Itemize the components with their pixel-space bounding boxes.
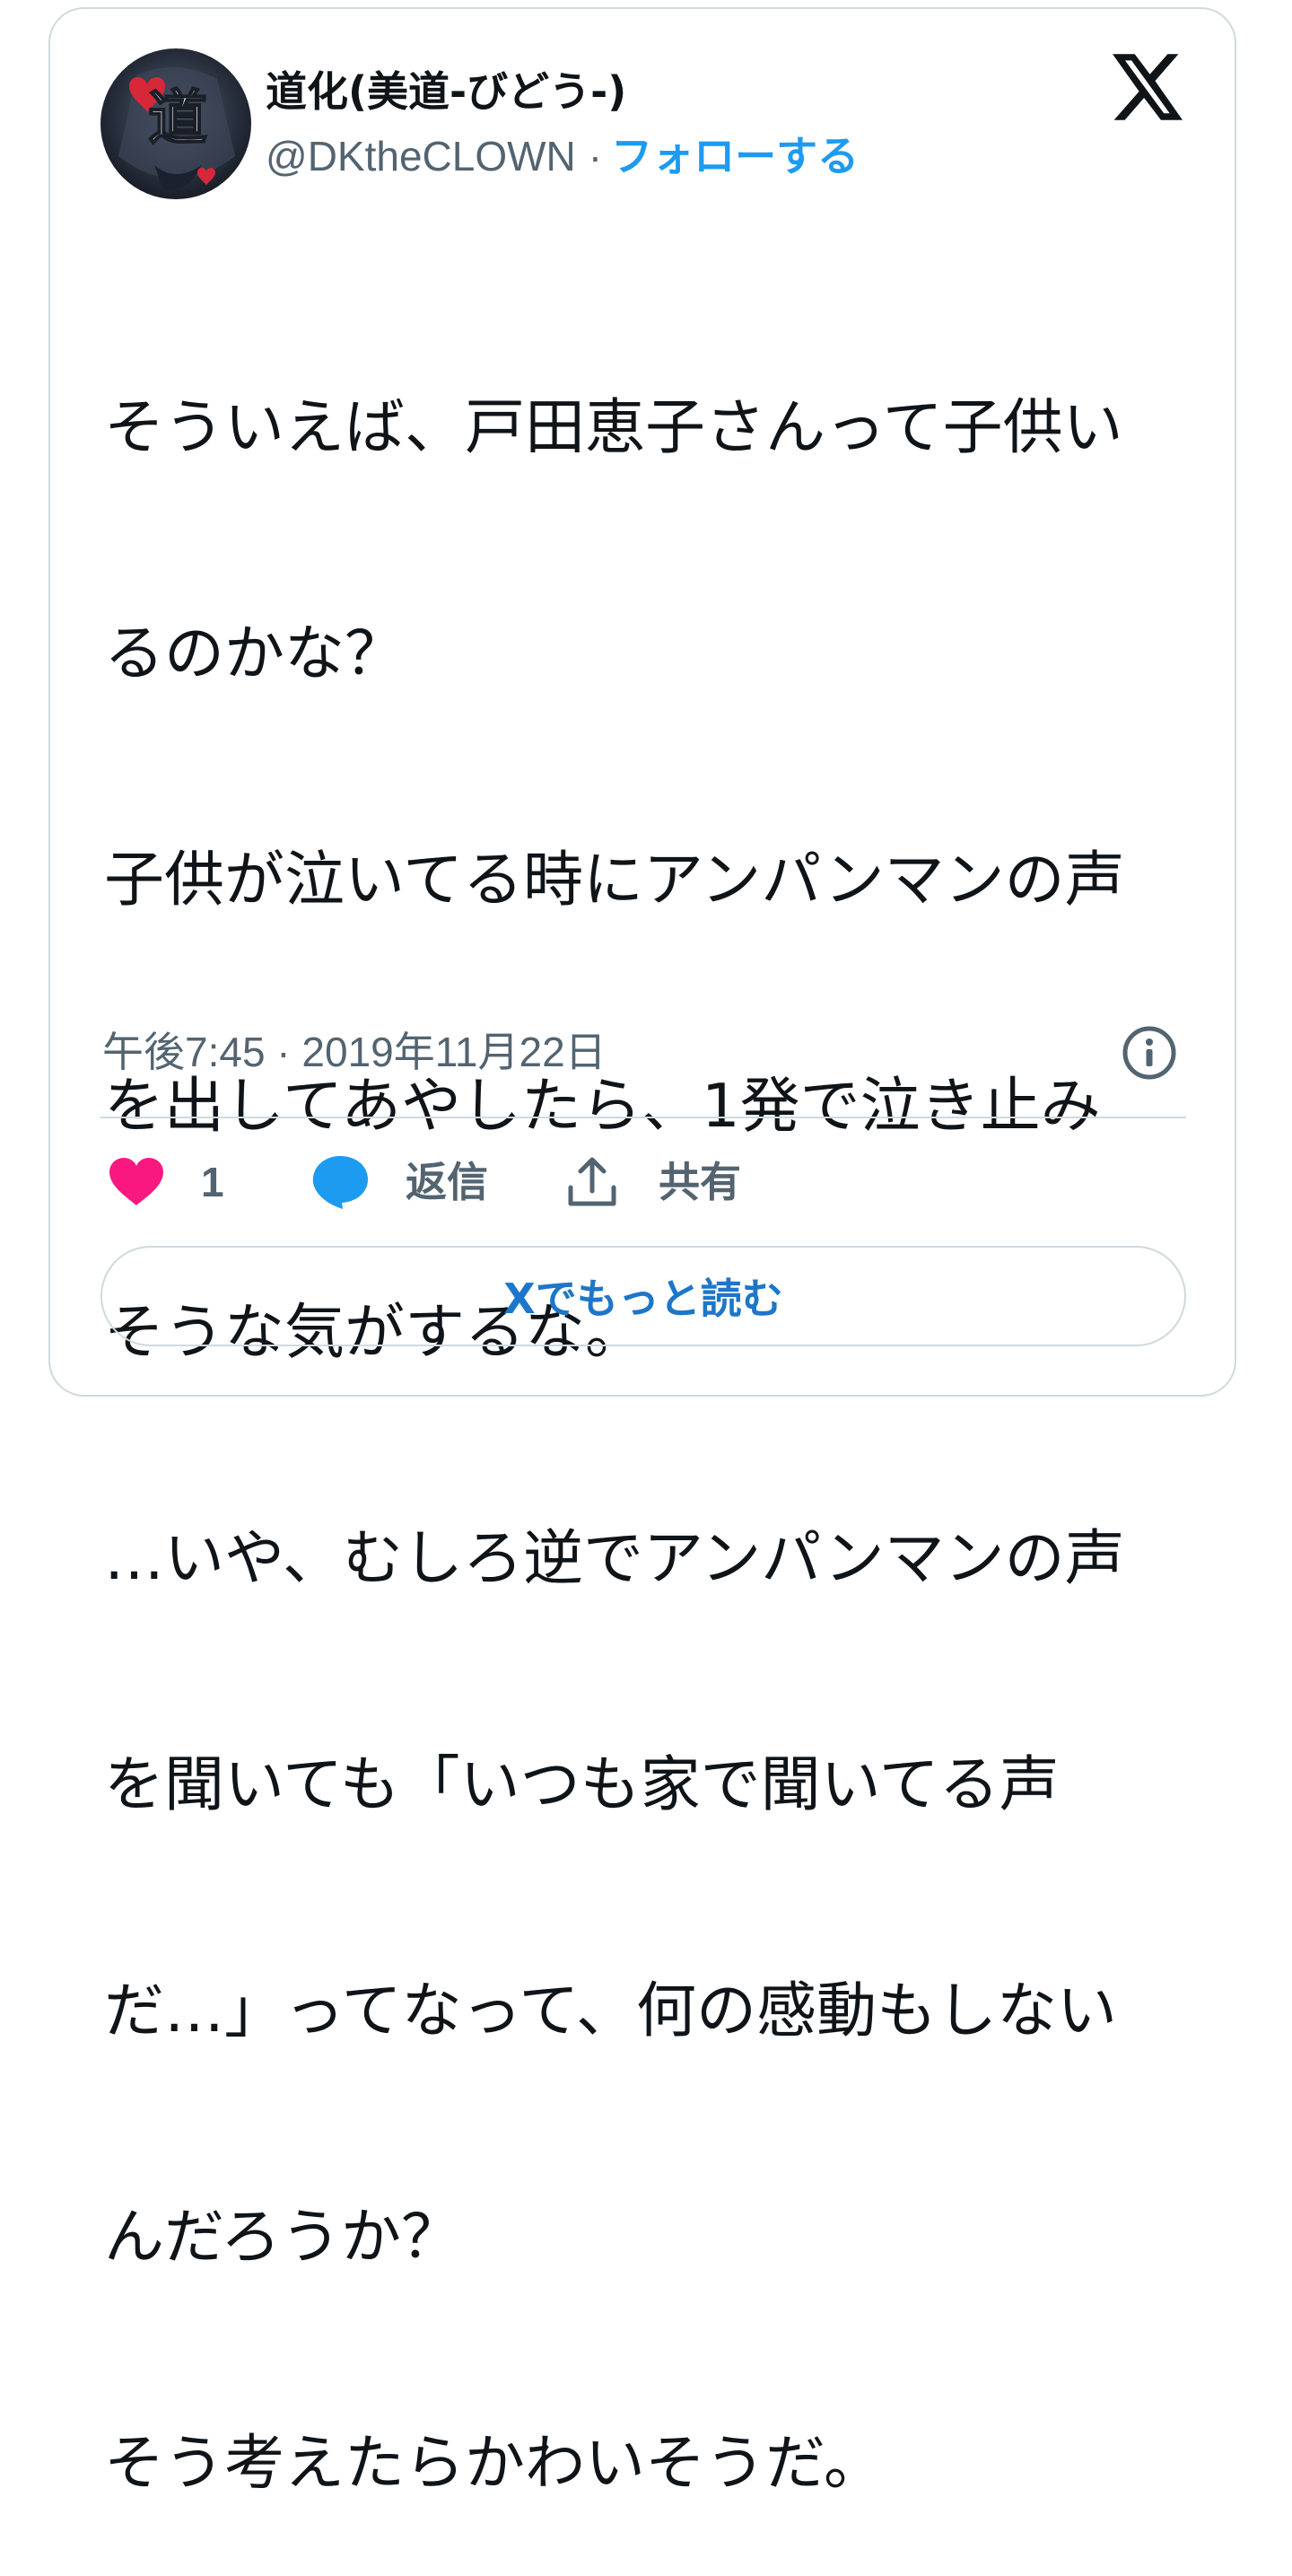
- reply-label: 返信: [406, 1158, 488, 1206]
- follow-button[interactable]: フォローする: [611, 132, 859, 180]
- avatar[interactable]: 道: [100, 48, 251, 199]
- divider: [100, 1117, 1186, 1118]
- like-button[interactable]: 1: [108, 1151, 224, 1214]
- info-icon[interactable]: [1122, 1025, 1177, 1081]
- tweet-line: んだろうか？: [104, 2202, 461, 2272]
- tweet-line: るのかな？: [104, 618, 405, 688]
- tweet-line: …いや、むしろ逆でアンパンマンの声: [104, 1523, 1125, 1593]
- reply-button[interactable]: 返信: [310, 1151, 488, 1214]
- tweet-line: そう考えたらかわいそうだ。: [104, 2428, 884, 2498]
- heart-icon: [109, 1158, 163, 1205]
- read-more-on-x-button[interactable]: Xでもっと読む: [100, 1246, 1186, 1346]
- handle-separator: ·: [588, 133, 603, 180]
- tweet-line: を聞いても「いつも家で聞いてる声: [104, 1749, 1060, 1819]
- x-logo-icon[interactable]: [1113, 54, 1183, 120]
- tweet-text: そういえば、戸田恵子さんって子供い るのかな？ 子供が泣いてる時にアンパンマンの…: [104, 239, 1199, 2576]
- avatar-glyph: 道: [148, 83, 207, 153]
- tweet-line: そういえば、戸田恵子さんって子供い: [104, 392, 1123, 462]
- tweet-line: だ…」ってなって、何の感動もしない: [104, 1976, 1117, 2046]
- share-button[interactable]: 共有: [565, 1151, 741, 1214]
- author-display-name[interactable]: 道化(美道-びどう-): [266, 65, 626, 118]
- tweet-line: を出してあやしたら、1発で泣き止み: [104, 1071, 1101, 1141]
- author-handle-row: @DKtheCLOWN · フォローする: [266, 129, 859, 183]
- reply-bubble-icon: [312, 1156, 368, 1209]
- like-count: 1: [201, 1159, 224, 1205]
- share-icon: [568, 1157, 616, 1206]
- share-label: 共有: [659, 1158, 741, 1206]
- tweet-timestamp[interactable]: 午後7:45 · 2019年11月22日: [102, 1025, 607, 1079]
- read-more-label: Xでもっと読む: [503, 1275, 783, 1323]
- author-handle[interactable]: @DKtheCLOWN: [266, 133, 576, 180]
- tweet-line: 子供が泣いてる時にアンパンマンの声: [104, 845, 1125, 915]
